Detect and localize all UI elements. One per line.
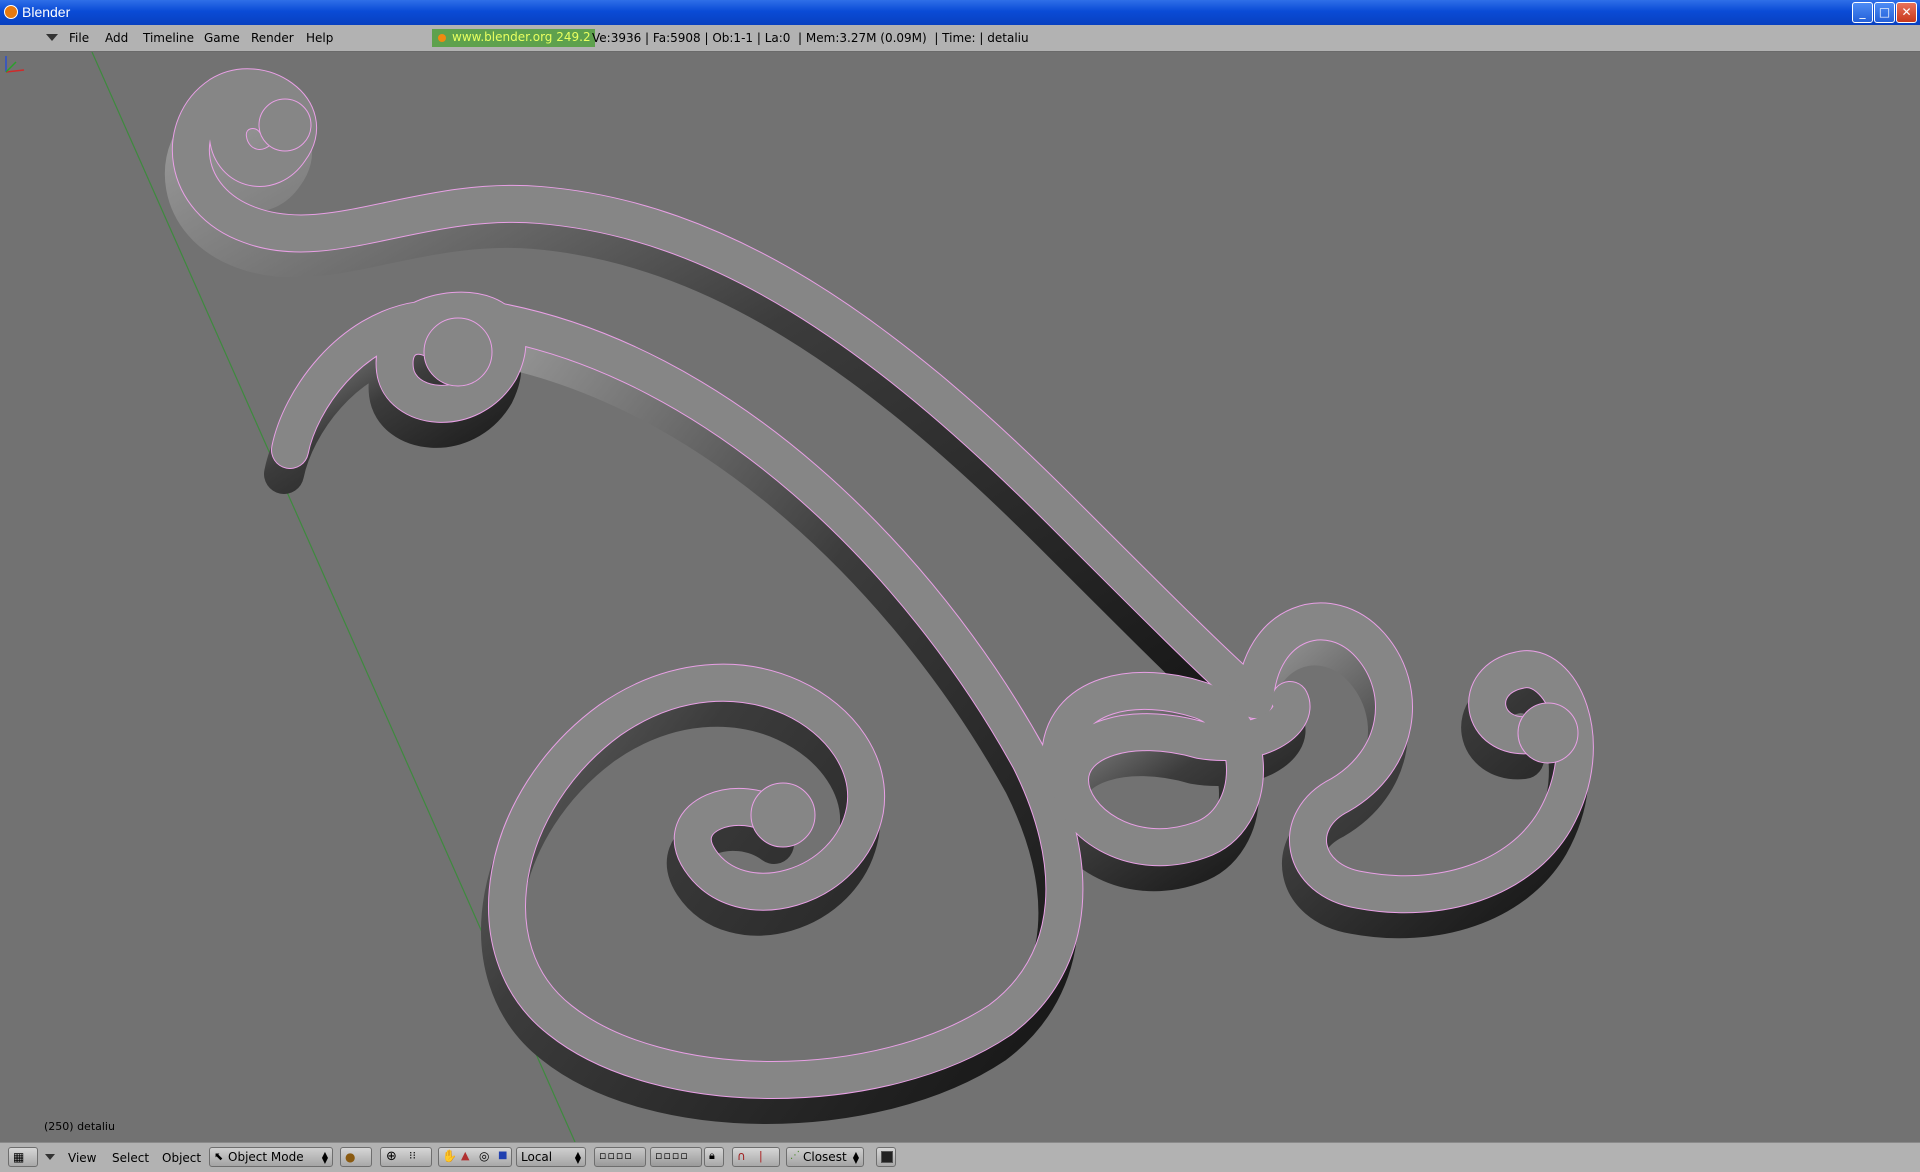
layer-buttons-2[interactable]: ▫▫▫▫ bbox=[650, 1147, 702, 1167]
window-titlebar: Blender _ □ ✕ bbox=[0, 0, 1920, 25]
frame-object-label: (250) detaliu bbox=[44, 1120, 115, 1133]
render-icon bbox=[881, 1151, 893, 1163]
magnet-icon: ∩ bbox=[737, 1149, 746, 1163]
main-menubar: File Add Timeline Game Render Help www.b… bbox=[0, 25, 1920, 52]
minimize-button[interactable]: _ bbox=[1852, 2, 1873, 23]
menu-game[interactable]: Game bbox=[204, 31, 240, 45]
manipulator-buttons[interactable]: ✋ ▲ ◎ ■ bbox=[438, 1147, 512, 1167]
select-arrow-icon: ▲ ▼ bbox=[852, 1150, 859, 1165]
pivot-icon: ⊕ bbox=[386, 1149, 397, 1164]
lock-icon: 🔒︎ bbox=[709, 1149, 715, 1162]
layers-icon: ▫▫▫▫ bbox=[599, 1149, 633, 1162]
blender-logo-icon bbox=[4, 5, 18, 19]
snap-toggle-button[interactable]: ∩ ǀ bbox=[732, 1147, 780, 1167]
menu-render[interactable]: Render bbox=[251, 31, 294, 45]
layers-icon: ▫▫▫▫ bbox=[655, 1149, 689, 1162]
blender-website-link[interactable]: www.blender.org 249.2 bbox=[432, 29, 595, 47]
window-title: Blender bbox=[22, 4, 71, 20]
viewport-shading-icon: ● bbox=[345, 1150, 356, 1164]
viewport-canvas bbox=[91, 52, 1594, 1142]
blender-link-text: www.blender.org 249.2 bbox=[452, 30, 591, 44]
layer-buttons-1[interactable]: ▫▫▫▫ bbox=[594, 1147, 646, 1167]
lock-layer-button[interactable]: 🔒︎ bbox=[704, 1147, 724, 1167]
hand-icon[interactable]: ✋ bbox=[442, 1149, 457, 1163]
mode-select[interactable]: ⬉ Object Mode ▲ ▼ bbox=[209, 1147, 333, 1167]
menu-view[interactable]: View bbox=[68, 1151, 96, 1165]
scroll-cap bbox=[1517, 702, 1579, 764]
viewport-header: ▦ View Select Object ⬉ Object Mode ▲ ▼ ● … bbox=[0, 1142, 1920, 1172]
menu-select[interactable]: Select bbox=[112, 1151, 149, 1165]
3d-viewport[interactable]: (250) detaliu bbox=[0, 52, 1920, 1142]
editor-type-button[interactable]: ▦ bbox=[8, 1147, 38, 1167]
snap-mode-value: Closest bbox=[803, 1150, 847, 1164]
snap-mode-select[interactable]: ⋰ Closest ▲ ▼ bbox=[786, 1147, 864, 1167]
menu-object[interactable]: Object bbox=[162, 1151, 201, 1165]
axis-gizmo-icon bbox=[5, 56, 25, 73]
scroll-cap bbox=[423, 317, 493, 387]
menu-file[interactable]: File bbox=[69, 31, 89, 45]
scroll-shadow-layer bbox=[164, 91, 1589, 1124]
vertex-mode-icon[interactable]: ▲ bbox=[461, 1149, 469, 1162]
render-preview-button[interactable] bbox=[876, 1147, 896, 1167]
menu-collapse-icon[interactable] bbox=[46, 34, 58, 41]
orientation-select-value: Local bbox=[521, 1150, 553, 1164]
grid-snap-icon: ⁝⁝ bbox=[409, 1149, 416, 1162]
object-mode-icon: ⬉ bbox=[214, 1150, 224, 1163]
menu-timeline[interactable]: Timeline bbox=[143, 31, 194, 45]
header-collapse-icon[interactable] bbox=[45, 1154, 55, 1160]
maximize-button[interactable]: □ bbox=[1874, 2, 1895, 23]
pivot-button[interactable]: ⊕ ⁝⁝ bbox=[380, 1147, 432, 1167]
viewport-shading-button[interactable]: ● bbox=[340, 1147, 372, 1167]
select-arrow-icon: ▲ ▼ bbox=[321, 1150, 328, 1165]
orientation-select[interactable]: Local ▲ ▼ bbox=[516, 1147, 586, 1167]
scroll-cap bbox=[258, 98, 312, 152]
grid-icon: ▦ bbox=[13, 1150, 25, 1164]
snap-target-icon: ⋰ bbox=[790, 1150, 800, 1161]
close-button[interactable]: ✕ bbox=[1896, 2, 1917, 23]
edge-mode-icon[interactable]: ◎ bbox=[479, 1149, 489, 1163]
scene-stats: Ve:3936 | Fa:5908 | Ob:1-1 | La:0 | Mem:… bbox=[592, 31, 1029, 45]
menu-add[interactable]: Add bbox=[105, 31, 128, 45]
proportional-edit-icon: ǀ bbox=[759, 1149, 763, 1163]
scroll-cap bbox=[750, 782, 816, 848]
menu-help[interactable]: Help bbox=[306, 31, 333, 45]
mode-select-value: Object Mode bbox=[228, 1150, 304, 1164]
blender-logo-icon bbox=[438, 34, 446, 42]
face-mode-icon[interactable]: ■ bbox=[498, 1150, 507, 1161]
select-arrow-icon: ▲ ▼ bbox=[574, 1150, 581, 1165]
